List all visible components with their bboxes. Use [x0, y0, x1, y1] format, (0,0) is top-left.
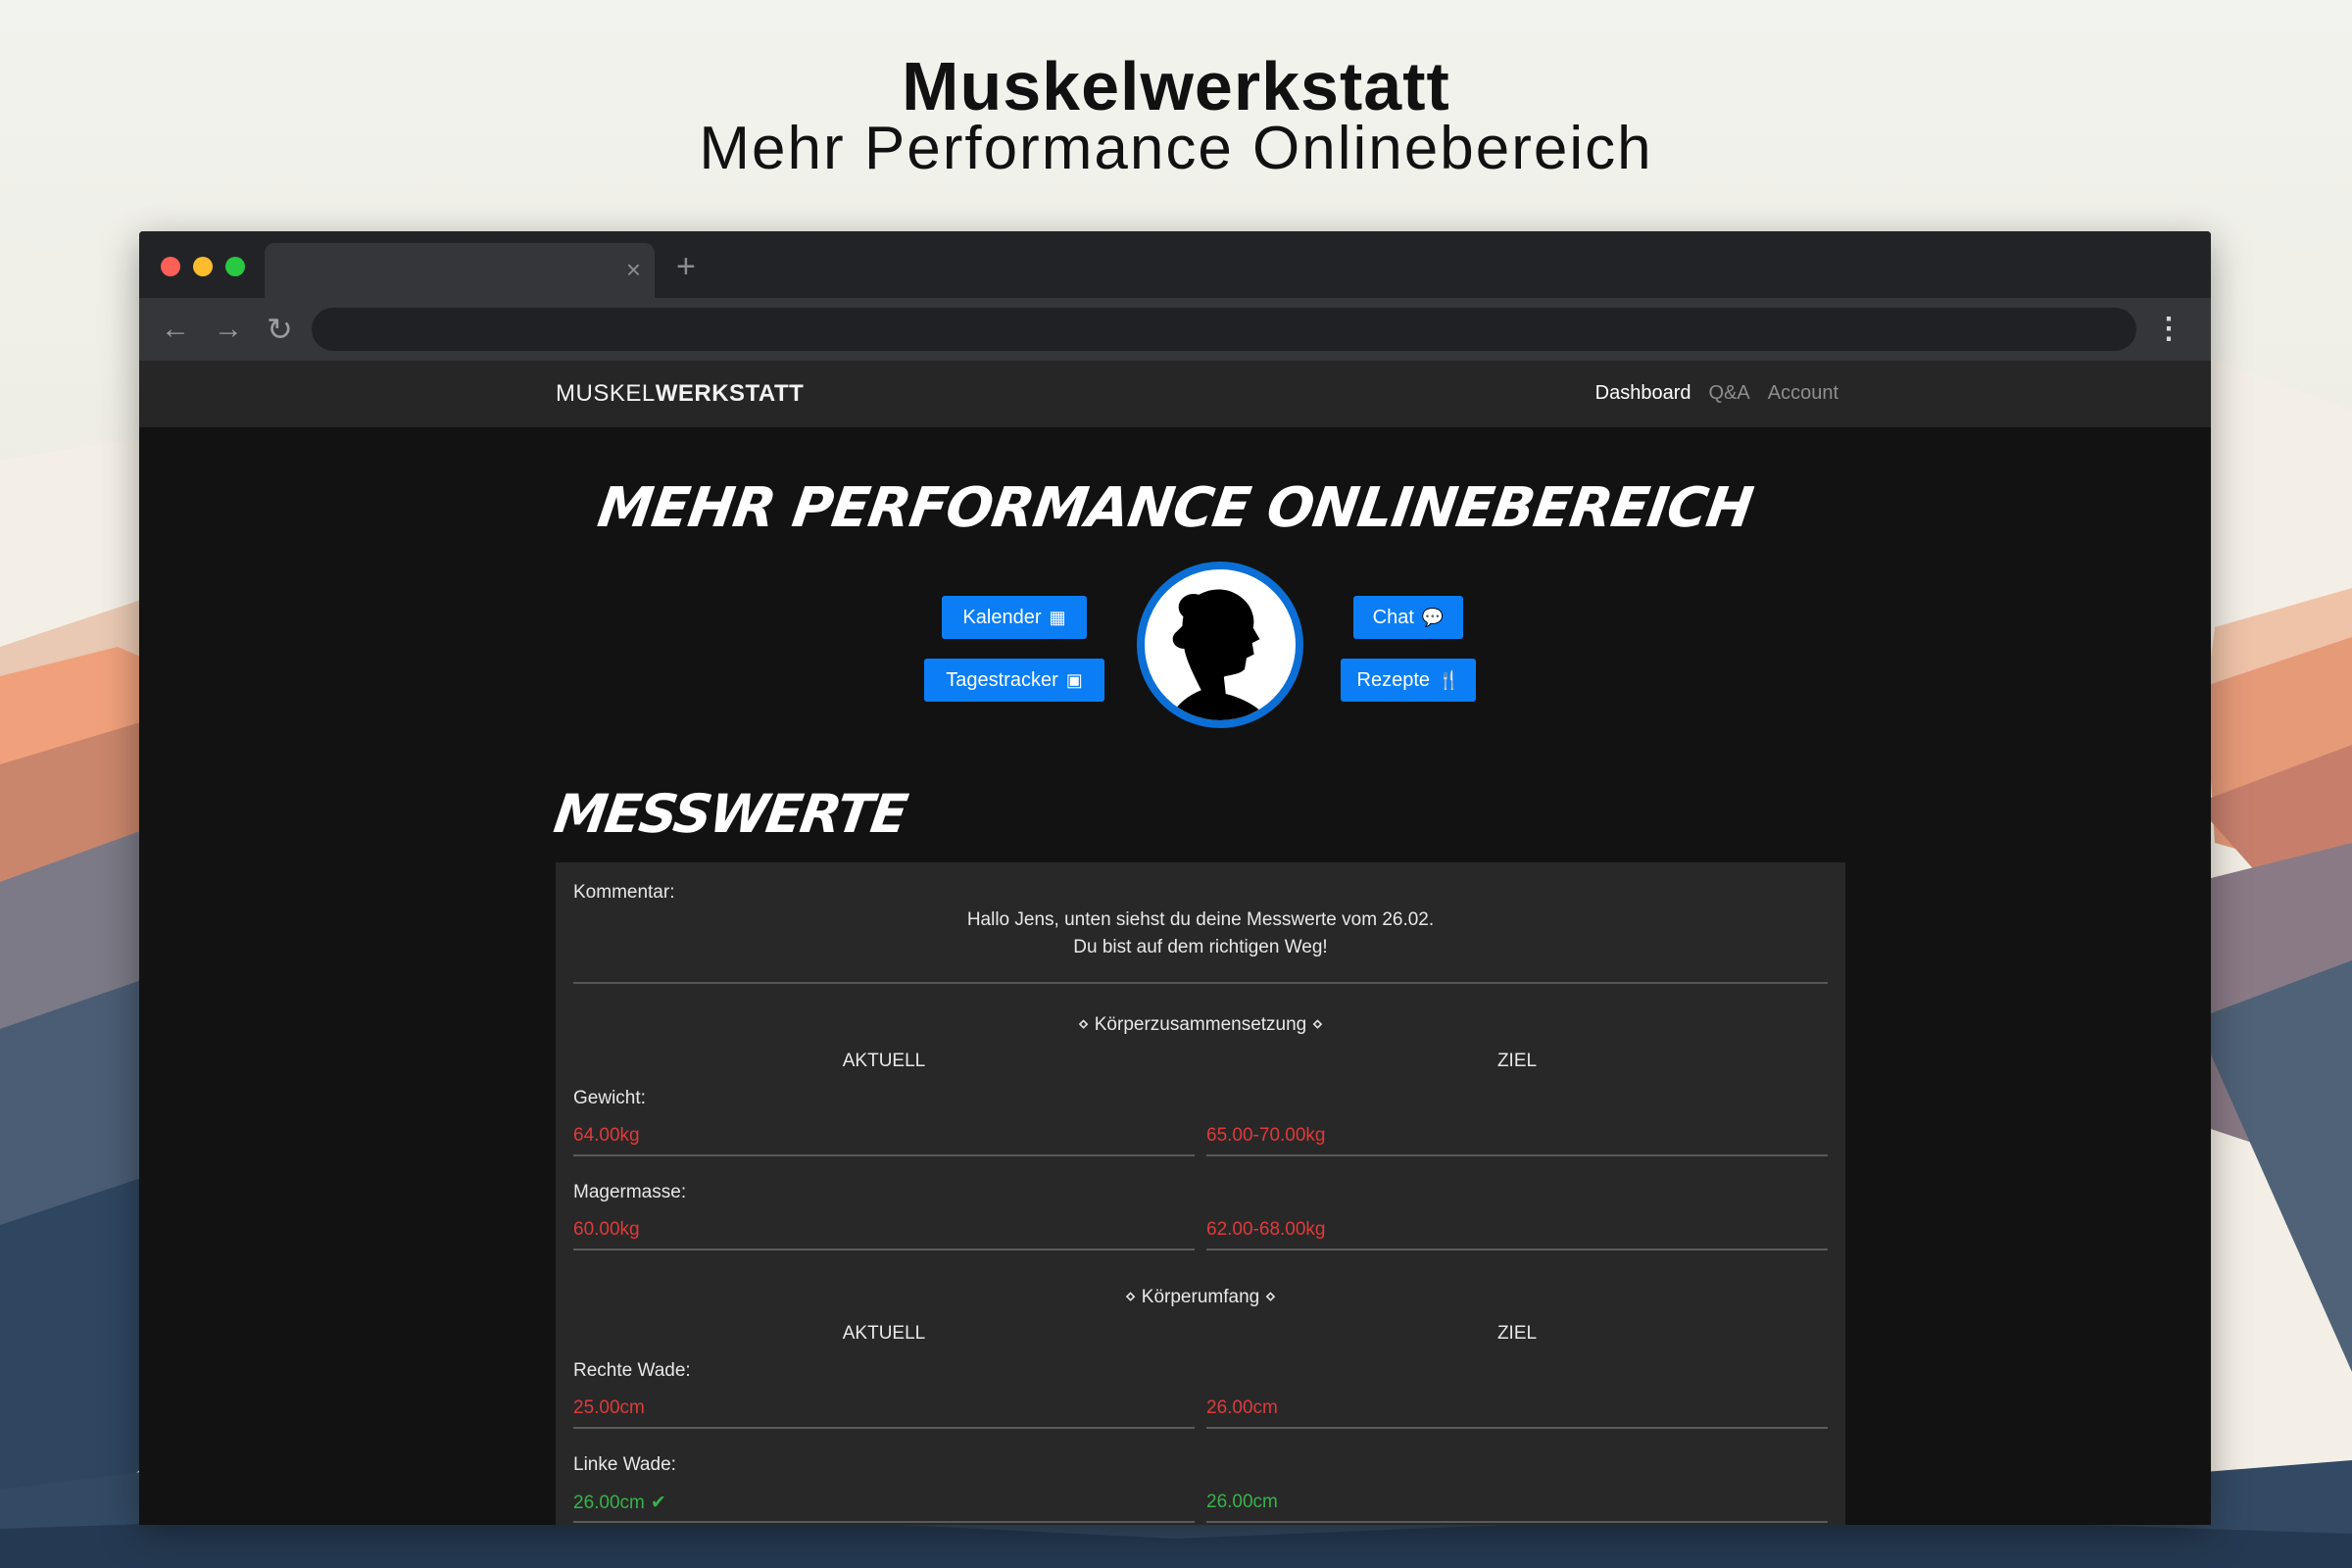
browser-tabbar: × +: [139, 231, 2211, 298]
divider: [573, 1521, 1195, 1523]
row-label-gewicht: Gewicht:: [573, 1088, 646, 1108]
col-target-composition: ZIEL: [1496, 1051, 1538, 1071]
browser-menu-icon[interactable]: ⋮: [2154, 310, 2183, 349]
window-maximize-dot[interactable]: [225, 257, 245, 276]
browser-tab[interactable]: ×: [265, 243, 655, 298]
kalender-button[interactable]: Kalender ▦: [942, 596, 1087, 639]
calendar-icon: ▦: [1049, 608, 1066, 627]
kalender-label: Kalender: [962, 607, 1042, 628]
rezepte-label: Rezepte: [1356, 669, 1431, 691]
nav-account[interactable]: Account: [1768, 382, 1838, 404]
divider: [1206, 1521, 1828, 1523]
value-linke-wade-target: 26.00cm: [1206, 1492, 1278, 1512]
comment-divider: [573, 982, 1828, 984]
comment-line-1: Hallo Jens, unten siehst du deine Messwe…: [966, 909, 1435, 930]
back-arrow-icon[interactable]: ←: [161, 310, 190, 349]
nav-links: Dashboard Q&A Account: [1578, 382, 1838, 405]
divider: [573, 1427, 1195, 1429]
address-bar[interactable]: [312, 308, 2136, 351]
value-linke-wade-current: 26.00cm ✔: [573, 1492, 666, 1514]
value-magermasse-target: 62.00-68.00kg: [1206, 1219, 1326, 1240]
chat-button[interactable]: Chat 💬: [1353, 596, 1463, 639]
chat-label: Chat: [1372, 607, 1414, 628]
tagestracker-label: Tagestracker: [946, 669, 1058, 691]
linke-wade-current-text: 26.00cm: [573, 1493, 645, 1513]
new-tab-icon[interactable]: +: [676, 249, 696, 284]
value-magermasse-current: 60.00kg: [573, 1219, 640, 1240]
tagestracker-button[interactable]: Tagestracker ▣: [924, 659, 1104, 702]
hero-subtitle: Mehr Performance Onlinebereich: [699, 115, 1653, 182]
reload-icon[interactable]: ↻: [267, 310, 293, 349]
site-brand[interactable]: MUSKELWERKSTATT: [556, 380, 804, 408]
value-rechte-wade-current: 25.00cm: [573, 1397, 645, 1418]
forward-arrow-icon[interactable]: →: [214, 310, 243, 349]
utensils-icon: 🍴: [1438, 670, 1460, 690]
window-minimize-dot[interactable]: [193, 257, 213, 276]
value-gewicht-current: 64.00kg: [573, 1125, 640, 1146]
checkmark-icon: ✔: [650, 1493, 666, 1513]
nav-dashboard[interactable]: Dashboard: [1595, 382, 1691, 404]
browser-window: × + ← → ↻ ⋮ MUSKELWERKSTATT Dashboard Q&A…: [139, 231, 2211, 1525]
divider: [1206, 1249, 1828, 1250]
divider: [1206, 1427, 1828, 1429]
col-target-circumference: ZIEL: [1496, 1323, 1538, 1344]
section-heading-circumference: ⋄ Körperumfang ⋄: [1124, 1287, 1277, 1307]
profile-avatar[interactable]: [1137, 562, 1303, 728]
brand-bold: WERKSTATT: [655, 380, 805, 407]
calendar-check-icon: ▣: [1065, 670, 1083, 690]
divider: [573, 1249, 1195, 1250]
value-gewicht-target: 65.00-70.00kg: [1206, 1125, 1326, 1146]
row-label-linke-wade: Linke Wade:: [573, 1454, 676, 1475]
comment-line-2: Du bist auf dem richtigen Weg!: [1073, 937, 1328, 957]
messwerte-panel: Kommentar: Hallo Jens, unten siehst du d…: [556, 862, 1845, 1525]
divider: [1206, 1154, 1828, 1156]
window-close-dot[interactable]: [161, 257, 180, 276]
rezepte-button[interactable]: Rezepte 🍴: [1341, 659, 1476, 702]
col-current-circumference: AKTUELL: [842, 1323, 926, 1344]
browser-toolbar: ← → ↻ ⋮: [139, 298, 2211, 361]
site-navbar: MUSKELWERKSTATT Dashboard Q&A Account: [139, 361, 2211, 427]
divider: [573, 1154, 1195, 1156]
col-current-composition: AKTUELL: [842, 1051, 926, 1071]
row-label-rechte-wade: Rechte Wade:: [573, 1360, 691, 1381]
person-silhouette-icon: [1168, 589, 1268, 720]
nav-qa[interactable]: Q&A: [1708, 382, 1749, 404]
page-title: Mehr Performance Onlinebereich: [593, 476, 1757, 540]
row-label-magermasse: Magermasse:: [573, 1182, 687, 1202]
section-heading-composition: ⋄ Körperzusammensetzung ⋄: [1077, 1014, 1324, 1035]
chat-bubbles-icon: 💬: [1421, 608, 1445, 627]
tab-close-icon[interactable]: ×: [626, 255, 641, 284]
messwerte-title: Messwerte: [550, 783, 910, 845]
comment-label: Kommentar:: [573, 882, 675, 903]
value-rechte-wade-target: 26.00cm: [1206, 1397, 1278, 1418]
brand-light: MUSKEL: [556, 380, 656, 407]
